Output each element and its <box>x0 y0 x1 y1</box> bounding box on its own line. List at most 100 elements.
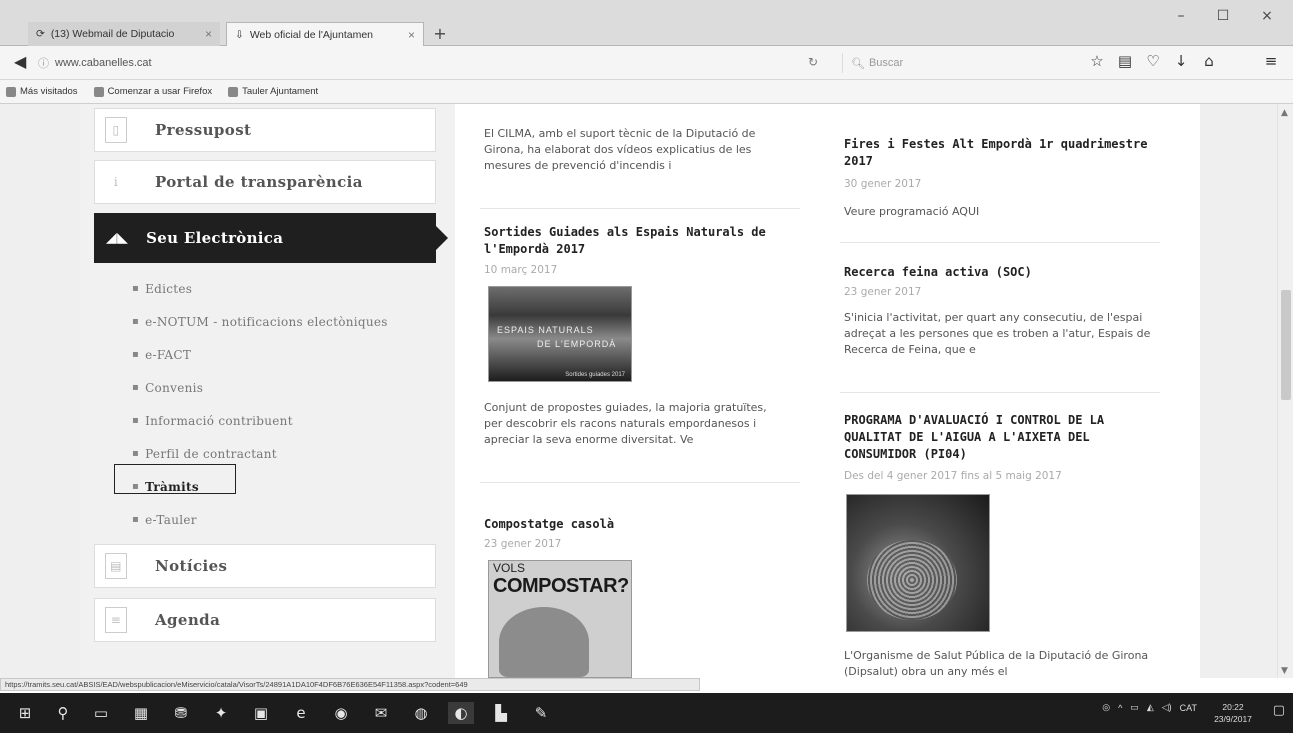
article-date: Des del 4 gener 2017 fins al 5 maig 2017 <box>844 470 1062 482</box>
thumb-text: COMPOSTAR? <box>493 575 629 597</box>
article-thumbnail[interactable]: VOLS COMPOSTAR? <box>488 560 632 678</box>
library-icon[interactable]: ▤ <box>1114 52 1136 70</box>
bullet-icon: ▪ <box>132 514 140 525</box>
mail-icon[interactable]: ✉ <box>368 702 394 724</box>
info-icon[interactable]: ⓘ <box>38 55 49 71</box>
url-text: www.cabanelles.cat <box>55 57 152 69</box>
bookmarks-bar: Más visitados Comenzar a usar Firefox Ta… <box>0 80 1293 104</box>
article-title-link[interactable]: Compostatge casolà <box>484 516 794 533</box>
calendar-icon: ≡ <box>105 607 127 633</box>
article-date: 30 gener 2017 <box>844 178 922 190</box>
bookmark-firefox[interactable]: Comenzar a usar Firefox <box>93 86 212 97</box>
address-bar[interactable]: ⓘ www.cabanelles.cat <box>38 52 828 74</box>
scroll-thumb[interactable] <box>1281 290 1291 400</box>
wifi-icon[interactable]: ◭ <box>1147 702 1154 713</box>
illustration <box>867 540 957 620</box>
submenu-item-enotum[interactable]: ▪ e-NOTUM - notificacions electòniques <box>132 305 452 338</box>
article-excerpt: L'Organisme de Salut Pública de la Diput… <box>844 649 1149 678</box>
submenu-item-convenis[interactable]: ▪ Convenis <box>132 371 452 404</box>
clock-date: 23/9/2017 <box>1214 714 1252 724</box>
scroll-up-icon[interactable]: ▲ <box>1281 108 1288 118</box>
back-arrow-icon[interactable]: ◀ <box>14 52 26 71</box>
close-window-button[interactable]: × <box>1250 8 1284 24</box>
pocket-icon[interactable]: ♡ <box>1142 52 1164 70</box>
tab-title: Web oficial de l'Ajuntamen <box>249 28 374 41</box>
firefox-icon[interactable]: ◐ <box>448 702 474 724</box>
bullet-icon: ▪ <box>132 448 140 459</box>
paint-icon[interactable]: ✎ <box>528 702 554 724</box>
scroll-down-icon[interactable]: ▼ <box>1281 666 1288 676</box>
tab-close-icon[interactable]: × <box>408 28 415 42</box>
task-view-icon[interactable]: ▭ <box>88 702 114 724</box>
notification-icon[interactable]: ▢ <box>1273 703 1285 718</box>
tab-title: (13) Webmail de Diputacio <box>50 28 175 40</box>
system-tray: ◎ ^ ▭ ◭ ◁) CAT <box>1102 702 1197 713</box>
bookmark-star-icon[interactable]: ☆ <box>1086 52 1108 70</box>
media-icon[interactable]: ◍ <box>408 702 434 724</box>
new-tab-button[interactable]: + <box>430 24 450 43</box>
article-date: 23 gener 2017 <box>844 286 922 298</box>
word-icon[interactable]: ▣ <box>248 702 274 724</box>
article-date: 10 març 2017 <box>484 264 558 276</box>
minimize-button[interactable]: – <box>1164 8 1198 24</box>
article-thumbnail[interactable]: ESPAIS NATURALS DE L'EMPORDÀ Sortides gu… <box>488 286 632 382</box>
reload-icon[interactable]: ↻ <box>808 55 818 69</box>
menu-item-seu-electronica[interactable]: ◢◣ Seu Electrònica <box>94 213 448 263</box>
download-icon: ⇩ <box>235 28 244 41</box>
network-status-icon[interactable]: ◎ <box>1102 702 1110 713</box>
menu-item-agenda[interactable]: ≡ Agenda <box>94 598 436 642</box>
store-icon[interactable]: ⛃ <box>168 702 194 724</box>
bullet-icon: ▪ <box>132 415 140 426</box>
search-input[interactable]: 🔍︎ Buscar <box>842 53 1057 73</box>
bullet-icon: ▪ <box>132 283 140 294</box>
menu-item-pressupost[interactable]: ▯ Pressupost <box>94 108 436 152</box>
search-icon[interactable]: ⚲ <box>50 702 76 724</box>
maximize-button[interactable]: ☐ <box>1206 8 1240 24</box>
article-title-link[interactable]: Fires i Festes Alt Empordà 1r quadrimest… <box>844 136 1154 170</box>
tab-close-icon[interactable]: × <box>205 27 212 41</box>
browser-titlebar: ⟳ (13) Webmail de Diputacio × ⇩ Web ofic… <box>0 0 1293 46</box>
bookmark-tauler[interactable]: Tauler Ajuntament <box>228 86 318 97</box>
battery-icon[interactable]: ▭ <box>1130 702 1139 713</box>
search-placeholder: Buscar <box>868 57 904 69</box>
menu-item-transparencia[interactable]: ⅰ Portal de transparència <box>94 160 436 204</box>
dropbox-icon[interactable]: ✦ <box>208 702 234 724</box>
bookmark-mas-visitados[interactable]: Más visitados <box>6 86 78 97</box>
divider <box>840 242 1160 243</box>
home-icon[interactable]: ⌂ <box>1198 52 1220 70</box>
file-icon[interactable]: ▙ <box>488 702 514 724</box>
article-title-link[interactable]: PROGRAMA D'AVALUACIÓ I CONTROL DE LA QUA… <box>844 412 1162 463</box>
site-icon <box>228 86 239 97</box>
divider <box>840 392 1160 393</box>
clock[interactable]: 20:22 23/9/2017 <box>1213 701 1253 725</box>
submenu-item-contribuent[interactable]: ▪ Informació contribuent <box>132 404 452 437</box>
newspaper-icon: ▤ <box>105 553 127 579</box>
article-thumbnail[interactable] <box>846 494 990 632</box>
submenu-item-efact[interactable]: ▪ e-FACT <box>132 338 452 371</box>
submenu-item-etauler[interactable]: ▪ e-Tauler <box>132 503 452 536</box>
submenu-item-edictes[interactable]: ▪ Edictes <box>132 272 452 305</box>
illustration <box>499 607 589 677</box>
language-indicator[interactable]: CAT <box>1180 703 1197 713</box>
tab-webmail[interactable]: ⟳ (13) Webmail de Diputacio × <box>28 22 220 46</box>
article-excerpt: Veure programació AQUI <box>844 205 980 218</box>
menu-hamburger-icon[interactable]: ≡ <box>1260 52 1282 70</box>
document-icon: ▯ <box>105 117 127 143</box>
article-title-link[interactable]: Recerca feina activa (SOC) <box>844 264 1154 281</box>
volume-icon[interactable]: ◁) <box>1162 702 1172 713</box>
calculator-icon[interactable]: ▦ <box>128 702 154 724</box>
chrome-icon[interactable]: ◉ <box>328 702 354 724</box>
clock-time: 20:22 <box>1222 702 1244 712</box>
edge-icon[interactable]: e <box>288 702 314 724</box>
downloads-icon[interactable]: ↓ <box>1170 52 1192 70</box>
windows-start-icon[interactable]: ⊞ <box>12 702 38 724</box>
article-title-link[interactable]: Sortides Guiades als Espais Naturals de … <box>484 224 794 258</box>
chevron-up-icon[interactable]: ^ <box>1118 703 1122 713</box>
divider <box>480 208 800 209</box>
bullet-icon: ▪ <box>132 316 140 327</box>
search-icon: 🔍︎ <box>851 57 865 70</box>
tab-ajuntament[interactable]: ⇩ Web oficial de l'Ajuntamen × <box>226 22 424 46</box>
menu-item-noticies[interactable]: ▤ Notícies <box>94 544 436 588</box>
vertical-scrollbar[interactable]: ▲ ▼ <box>1277 104 1293 678</box>
status-link-url: https://tramits.seu.cat/ABSIS/EAD/webspu… <box>0 678 700 691</box>
